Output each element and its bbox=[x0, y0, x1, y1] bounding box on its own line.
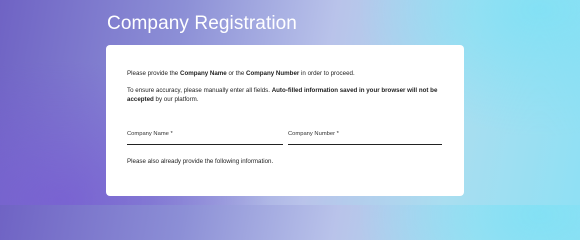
company-name-field[interactable]: Company Name * bbox=[127, 131, 283, 145]
intro-text-1: Please provide the bbox=[127, 70, 180, 77]
intro-text-3: in order to proceed. bbox=[299, 70, 355, 77]
intro-text-2: or the bbox=[226, 70, 247, 77]
company-number-input[interactable] bbox=[288, 131, 442, 144]
intro-company-name-emphasis: Company Name bbox=[179, 70, 227, 77]
company-name-input[interactable] bbox=[127, 131, 283, 144]
accuracy-text-1: To ensure accuracy, please manually ente… bbox=[127, 87, 272, 94]
intro-company-number-emphasis: Company Number bbox=[246, 70, 300, 77]
page-title: Company Registration bbox=[107, 13, 297, 34]
company-number-field[interactable]: Company Number * bbox=[288, 131, 442, 145]
registration-form-card: Please provide the Company Name or the C… bbox=[106, 45, 464, 196]
intro-paragraph-required-fields: Please provide the Company Name or the C… bbox=[127, 70, 446, 79]
intro-paragraph-accuracy-notice: To ensure accuracy, please manually ente… bbox=[127, 87, 446, 105]
accuracy-text-2: by our platform. bbox=[153, 95, 199, 103]
additional-info-note: Please also already provide the followin… bbox=[127, 158, 274, 165]
